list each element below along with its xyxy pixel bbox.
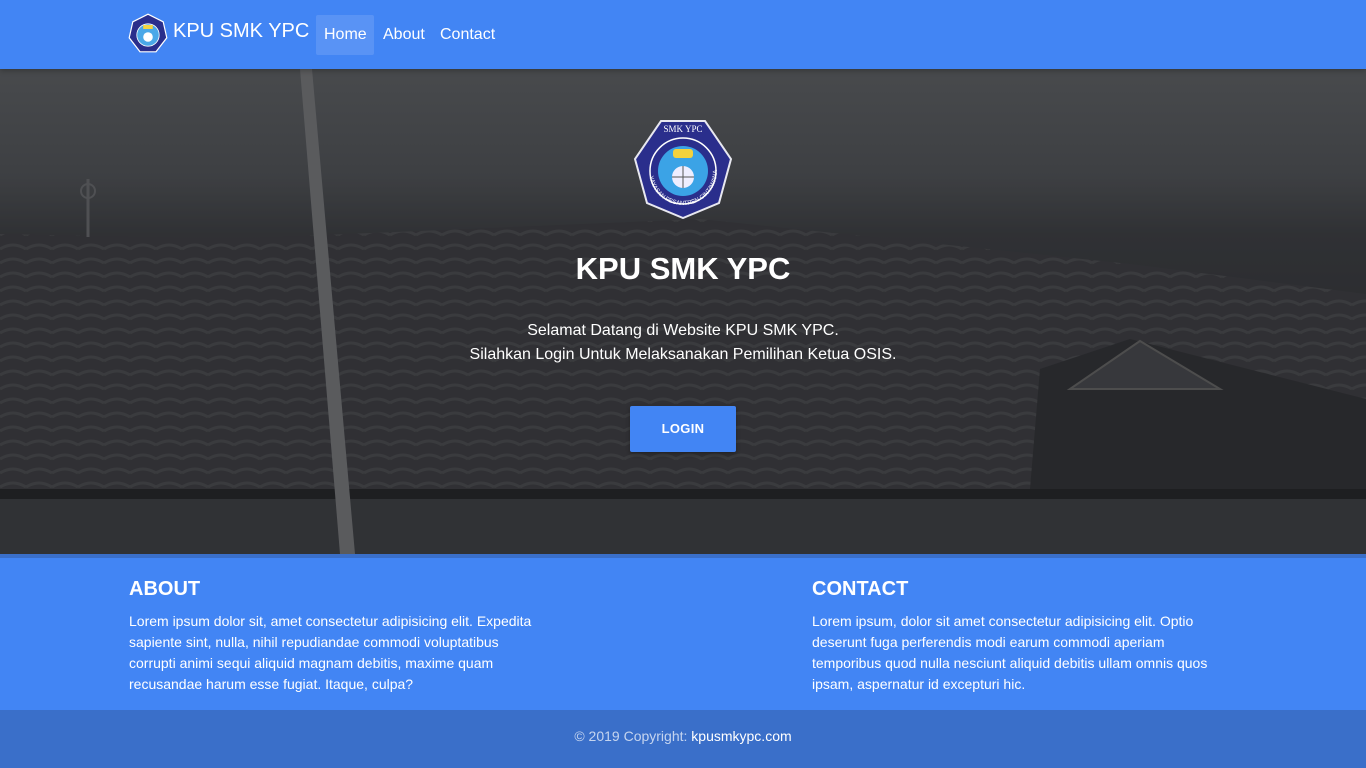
svg-text:SMK YPC: SMK YPC bbox=[664, 124, 703, 134]
hero-instruction-text: Silahkan Login Untuk Melaksanakan Pemili… bbox=[469, 346, 897, 363]
navbar: KPU SMK YPC Home About Contact bbox=[0, 0, 1366, 69]
contact-heading: CONTACT bbox=[812, 578, 909, 600]
contact-section: CONTACT Lorem ipsum, dolor sit amet cons… bbox=[812, 578, 1232, 695]
login-button[interactable]: LOGIN bbox=[630, 406, 736, 452]
school-crest-icon: SMK YPC YAYASAN PESANTREN CINTAWANA bbox=[633, 120, 733, 219]
footer-site-link[interactable]: kpusmkypc.com bbox=[691, 728, 791, 744]
info-section: ABOUT Lorem ipsum dolor sit, amet consec… bbox=[0, 558, 1366, 710]
brand-title: KPU SMK YPC bbox=[173, 19, 310, 42]
contact-text: Lorem ipsum, dolor sit amet consectetur … bbox=[812, 613, 1208, 692]
about-heading: ABOUT bbox=[129, 578, 201, 600]
about-text: Lorem ipsum dolor sit, amet consectetur … bbox=[129, 613, 532, 692]
copyright-text: © 2019 Copyright: bbox=[574, 728, 692, 744]
hero-title: KPU SMK YPC bbox=[575, 251, 791, 286]
nav-home[interactable]: Home bbox=[316, 15, 374, 55]
brand[interactable]: KPU SMK YPC bbox=[128, 13, 309, 53]
hero-section: SMK YPC YAYASAN PESANTREN CINTAWANA KPU … bbox=[0, 69, 1366, 554]
nav-contact[interactable]: Contact bbox=[432, 15, 503, 55]
footer: © 2019 Copyright: kpusmkypc.com bbox=[0, 710, 1366, 768]
hero-welcome-text: Selamat Datang di Website KPU SMK YPC. bbox=[527, 322, 839, 339]
school-crest-icon bbox=[128, 13, 168, 53]
nav-about[interactable]: About bbox=[375, 15, 433, 55]
about-section: ABOUT Lorem ipsum dolor sit, amet consec… bbox=[129, 578, 549, 695]
